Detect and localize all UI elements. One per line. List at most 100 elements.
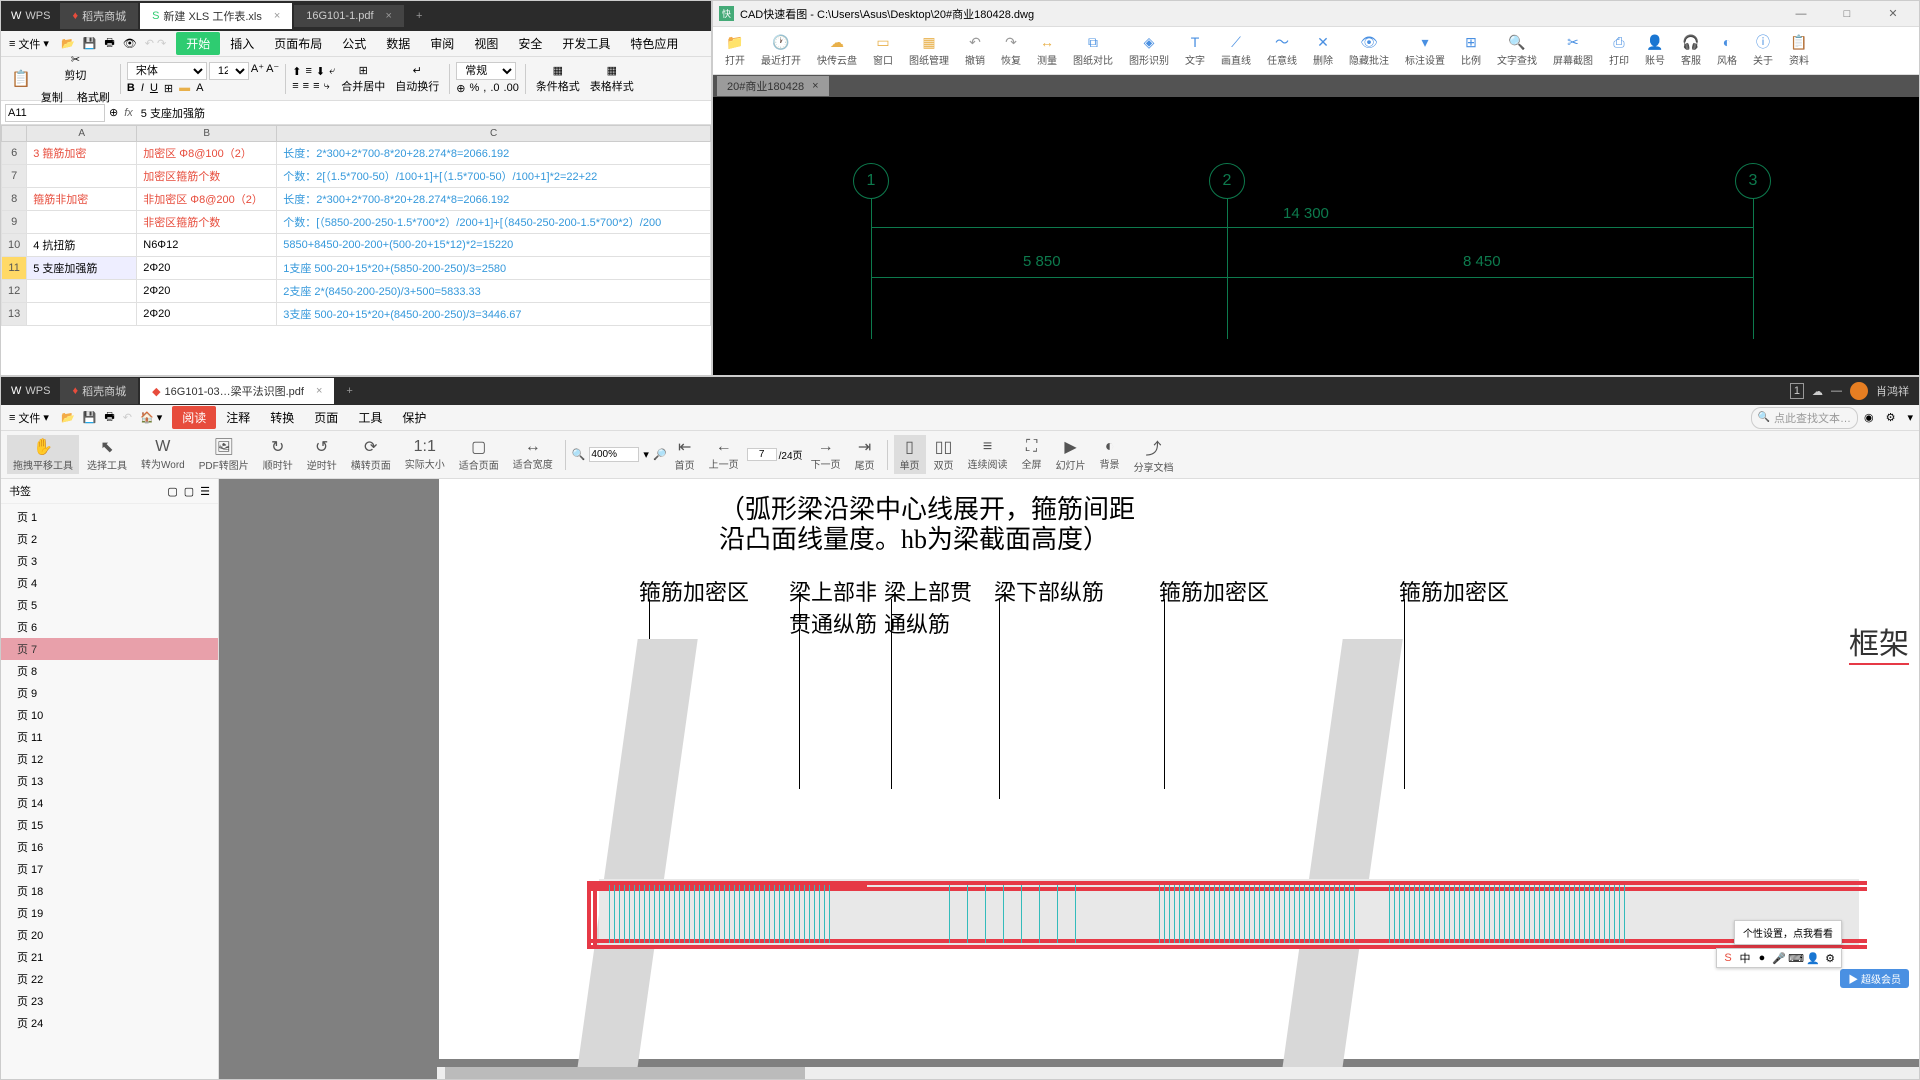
align-top-icon[interactable]: ⬆: [292, 65, 301, 78]
cad-tool-画直线[interactable]: ⟋画直线: [1213, 32, 1259, 69]
table-row[interactable]: 132Φ203支座 500-20+15*20+(8450-200-250)/3=…: [2, 303, 711, 326]
view-单页[interactable]: ▯单页: [894, 435, 926, 474]
pdf-tool-选择工具[interactable]: ⬉选择工具: [81, 435, 133, 474]
page-item[interactable]: 页 11: [1, 726, 218, 748]
view-幻灯片[interactable]: ▶幻灯片: [1050, 435, 1092, 474]
name-box[interactable]: [5, 104, 105, 122]
menu-start[interactable]: 开始: [176, 32, 220, 55]
menu-protect[interactable]: 保护: [392, 409, 436, 426]
cad-tool-关于[interactable]: ⓘ关于: [1745, 32, 1781, 69]
page-item[interactable]: 页 17: [1, 858, 218, 880]
zoom-input[interactable]: [589, 447, 639, 462]
open-icon[interactable]: 📂: [57, 37, 79, 50]
cond-format-button[interactable]: ▦条件格式: [532, 62, 584, 96]
menu-page[interactable]: 页面: [304, 409, 348, 426]
open-icon[interactable]: 📂: [57, 411, 79, 424]
view-icon[interactable]: ◉: [1858, 411, 1880, 424]
sidebar-ctrl-icon[interactable]: ☰: [200, 485, 210, 498]
cad-tool-窗口[interactable]: ▭窗口: [865, 32, 901, 69]
cad-tool-账号[interactable]: 👤账号: [1637, 32, 1673, 69]
page-item[interactable]: 页 22: [1, 968, 218, 990]
menu-special[interactable]: 特色应用: [620, 35, 688, 52]
fill-color-icon[interactable]: ▬: [179, 82, 190, 95]
number-format[interactable]: 常规: [456, 62, 516, 80]
page-item[interactable]: 页 10: [1, 704, 218, 726]
menu-dev[interactable]: 开发工具: [552, 35, 620, 52]
cad-tool-风格[interactable]: ◐风格: [1709, 32, 1745, 69]
cad-tool-图形识别[interactable]: ◈图形识别: [1121, 32, 1177, 69]
fx-icon[interactable]: fx: [118, 107, 139, 119]
menu-annotate[interactable]: 注释: [216, 409, 260, 426]
tab-daoke[interactable]: ♦稻壳商城: [60, 3, 138, 29]
page-item[interactable]: 页 5: [1, 594, 218, 616]
square-icon[interactable]: 1: [1790, 383, 1804, 399]
view-分享文档[interactable]: ⤴分享文档: [1128, 433, 1180, 476]
cad-file-tab[interactable]: 20#商业180428×: [717, 76, 829, 96]
page-item[interactable]: 页 19: [1, 902, 218, 924]
save-icon[interactable]: 💾: [79, 411, 101, 424]
cad-tool-测量[interactable]: ↔测量: [1029, 32, 1065, 69]
cad-tool-删除[interactable]: ✕删除: [1305, 32, 1341, 69]
underline-button[interactable]: U: [150, 82, 158, 95]
inc-font-icon[interactable]: A⁺: [251, 62, 264, 80]
page-item[interactable]: 页 1: [1, 506, 218, 528]
pdf-tool-适合宽度[interactable]: ↔适合宽度: [507, 436, 559, 473]
preview-icon[interactable]: 👁: [119, 37, 141, 50]
align-left-icon[interactable]: ≡: [292, 80, 298, 93]
pdf-tool-逆时针[interactable]: ↺逆时针: [301, 435, 343, 474]
gear-icon[interactable]: —: [1831, 385, 1842, 397]
save-icon[interactable]: 💾: [79, 37, 101, 50]
cad-canvas[interactable]: 1 2 3 14 300 5 850 8 450: [713, 97, 1919, 375]
table-style-button[interactable]: ▦表格样式: [586, 62, 638, 96]
cad-tool-恢复[interactable]: ↷恢复: [993, 32, 1029, 69]
avatar[interactable]: [1850, 382, 1868, 400]
table-row[interactable]: 122Φ202支座 2*(8450-200-250)/3+500=5833.33: [2, 280, 711, 303]
merge-button[interactable]: ⊞合并居中: [337, 62, 389, 96]
wrap-button[interactable]: ↵自动换行: [391, 62, 443, 96]
cad-tool-撤销[interactable]: ↶撤销: [957, 32, 993, 69]
vip-badge[interactable]: ▶ 超级会员: [1840, 969, 1909, 988]
h-scrollbar[interactable]: [437, 1067, 1919, 1079]
menu-insert[interactable]: 插入: [220, 35, 264, 52]
close-icon[interactable]: ×: [274, 10, 280, 22]
page-item[interactable]: 页 23: [1, 990, 218, 1012]
table-row[interactable]: 8 箍筋非加密非加密区 Φ8@200（2）长度：2*300+2*700-8*20…: [2, 188, 711, 211]
file-menu[interactable]: ≡ 文件 ▾: [1, 36, 57, 52]
pdf-tool-拖拽平移工具[interactable]: ✋拖拽平移工具: [7, 435, 79, 474]
menu-review[interactable]: 审阅: [420, 35, 464, 52]
menu-data[interactable]: 数据: [376, 35, 420, 52]
minimize-button[interactable]: —: [1781, 8, 1821, 20]
maximize-button[interactable]: □: [1827, 8, 1867, 20]
menu-formula[interactable]: 公式: [332, 35, 376, 52]
table-row[interactable]: 9非密区箍筋个数个数：[（5850-200-250-1.5*700*2）/200…: [2, 211, 711, 234]
nav-上一页[interactable]: ←上一页: [703, 436, 745, 473]
view-连续阅读[interactable]: ≡连续阅读: [962, 436, 1014, 473]
view-全屏[interactable]: ⛶全屏: [1016, 436, 1048, 473]
page-item[interactable]: 页 18: [1, 880, 218, 902]
table-row[interactable]: 115 支座加强筋2Φ201支座 500-20+15*20+(5850-200-…: [2, 257, 711, 280]
border-button[interactable]: ⊞: [164, 82, 173, 95]
cad-tool-隐藏批注[interactable]: 👁隐藏批注: [1341, 32, 1397, 69]
cad-tool-打印[interactable]: ⎙打印: [1601, 32, 1637, 69]
cad-tool-图纸管理[interactable]: ▦图纸管理: [901, 32, 957, 69]
page-item[interactable]: 页 3: [1, 550, 218, 572]
menu-convert[interactable]: 转换: [260, 409, 304, 426]
menu-view[interactable]: 视图: [464, 35, 508, 52]
pdf-tool-适合页面[interactable]: ▢适合页面: [453, 435, 505, 474]
formula-input[interactable]: 5 支座加强筋: [139, 103, 711, 123]
menu-security[interactable]: 安全: [508, 35, 552, 52]
page-item[interactable]: 页 24: [1, 1012, 218, 1034]
page-item[interactable]: 页 7: [1, 638, 218, 660]
font-color-icon[interactable]: A: [196, 82, 203, 95]
nav-首页[interactable]: ⇤首页: [669, 435, 701, 474]
pdf-canvas[interactable]: （弧形梁沿梁中心线展开，箍筋间距 沿凸面线量度。hb为梁截面高度） 箍筋加密区 …: [219, 479, 1919, 1079]
page-item[interactable]: 页 2: [1, 528, 218, 550]
cad-tool-文字[interactable]: T文字: [1177, 32, 1213, 69]
print-icon[interactable]: 🖶: [100, 408, 118, 427]
tab-pdf[interactable]: 16G101-1.pdf×: [294, 5, 404, 27]
page-item[interactable]: 页 13: [1, 770, 218, 792]
table-row[interactable]: 7加密区箍筋个数个数：2[（1.5*700-50）/100+1]+[（1.5*7…: [2, 165, 711, 188]
dec-font-icon[interactable]: A⁻: [266, 62, 279, 80]
table-row[interactable]: 63 箍筋加密加密区 Φ8@100（2）长度：2*300+2*700-8*20+…: [2, 142, 711, 165]
cad-tool-标注设置[interactable]: ▾标注设置: [1397, 32, 1453, 69]
